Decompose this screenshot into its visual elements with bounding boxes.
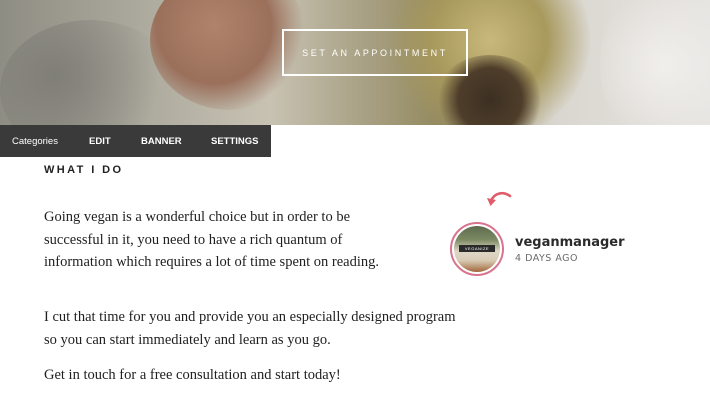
set-appointment-button[interactable]: SET AN APPOINTMENT — [282, 29, 468, 76]
paragraph: I cut that time for you and provide you … — [44, 309, 456, 348]
profile-username[interactable]: veganmanager — [515, 235, 625, 250]
avatar[interactable]: VEGANIZE — [450, 222, 504, 276]
paragraph: Get in touch for a free consultation and… — [44, 367, 341, 383]
toolbar-settings[interactable]: SETTINGS — [211, 136, 259, 147]
toolbar-edit[interactable]: EDIT — [89, 136, 111, 147]
section-title: WHAT I DO — [44, 164, 124, 176]
avatar-label: VEGANIZE — [459, 245, 495, 252]
curved-arrow-icon — [487, 191, 512, 206]
post-timestamp: 4 DAYS AGO — [515, 253, 578, 264]
hero-banner: SET AN APPOINTMENT — [0, 0, 710, 125]
avatar-image: VEGANIZE — [454, 226, 500, 272]
hero-image-shade — [600, 0, 710, 125]
admin-toolbar: Categories EDIT BANNER SETTINGS — [0, 125, 271, 157]
paragraph: Going vegan is a wonderful choice but in… — [44, 209, 380, 270]
toolbar-banner[interactable]: BANNER — [141, 136, 182, 147]
toolbar-categories[interactable]: Categories — [12, 136, 58, 147]
